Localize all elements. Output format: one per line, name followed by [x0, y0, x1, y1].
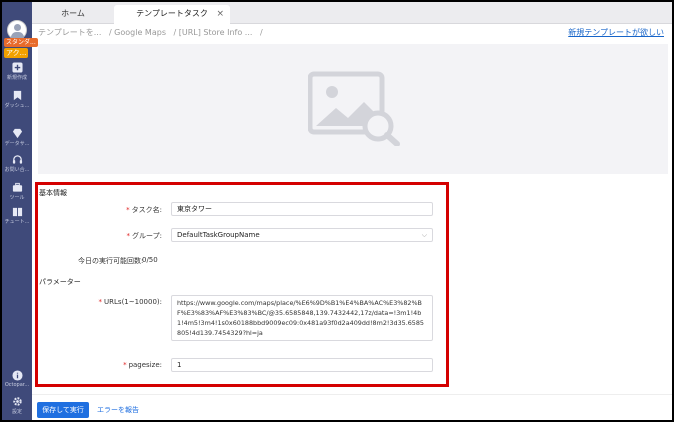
- required-mark: *: [126, 206, 130, 214]
- bookmark-icon: [13, 90, 21, 101]
- info-icon: [11, 370, 23, 381]
- toolbox-icon: [12, 182, 22, 192]
- sidebar-item-label: お問い合...: [4, 167, 30, 173]
- urls-label: * URLs(1~10000):: [99, 298, 162, 306]
- gear-icon: [12, 397, 22, 406]
- breadcrumb-item[interactable]: テンプレートを...: [38, 28, 101, 37]
- report-error-link[interactable]: エラーを報告: [97, 405, 139, 415]
- sidebar-item-contact[interactable]: お問い合...: [2, 154, 32, 173]
- sidebar-item-tools[interactable]: ツール: [2, 182, 32, 201]
- task-form: 基本情報 * タスク名: 東京タワー * グループ: DefaultTaskGrou…: [35, 182, 449, 387]
- sidebar-item-label: データサ...: [4, 141, 30, 147]
- breadcrumb: テンプレートを... / Google Maps / [URL] Store I…: [38, 27, 268, 38]
- sidebar-item-label: Octopar...: [4, 382, 30, 388]
- urls-label-text: URLs(1~10000):: [104, 298, 162, 306]
- image-placeholder-icon: [308, 71, 400, 146]
- breadcrumb-item[interactable]: / Google Maps: [109, 28, 166, 37]
- sidebar-item-new[interactable]: 新規作成: [2, 62, 32, 81]
- group-label: * グループ:: [127, 231, 162, 241]
- diamond-icon: [12, 128, 22, 139]
- breadcrumb-separator: /: [259, 28, 263, 37]
- save-and-run-button[interactable]: 保存して実行: [37, 402, 89, 418]
- pagesize-label-text: pagesize:: [128, 361, 162, 369]
- runs-today-value: 0/50: [142, 256, 158, 264]
- tab-label: テンプレートタスク: [136, 9, 208, 18]
- tab-template-task[interactable]: テンプレートタスク ×: [114, 5, 230, 24]
- task-name-label-text: タスク名:: [131, 206, 162, 214]
- template-preview-image: [38, 44, 668, 174]
- sidebar-item-label: チュート...: [4, 219, 30, 225]
- avatar[interactable]: [7, 20, 27, 40]
- task-name-input[interactable]: 東京タワー: [171, 202, 433, 216]
- sidebar-item-settings[interactable]: 設定: [2, 396, 32, 415]
- required-mark: *: [98, 298, 103, 306]
- task-name-label: * タスク名:: [126, 205, 162, 215]
- pagesize-input[interactable]: 1: [171, 358, 433, 372]
- chevron-down-icon: ⌵: [421, 231, 427, 239]
- group-select[interactable]: DefaultTaskGroupName ⌵: [171, 228, 433, 242]
- required-mark: *: [123, 361, 127, 369]
- app-window: スタンダ... アク... 新規作成 ダッシュ... データサ... お問い合.…: [0, 0, 674, 422]
- group-label-text: グループ:: [132, 232, 162, 240]
- group-select-value: DefaultTaskGroupName: [177, 231, 260, 239]
- urls-textarea[interactable]: https://www.google.com/maps/place/%E6%9D…: [171, 295, 433, 341]
- book-icon: [12, 207, 22, 217]
- tab-home[interactable]: ホーム: [32, 5, 114, 24]
- runs-today-label: 今日の実行可能回数:: [78, 257, 144, 265]
- tab-bar: ホーム テンプレートタスク ×: [32, 2, 672, 24]
- sidebar-item-label: 設定: [11, 409, 22, 415]
- sidebar: スタンダ... アク... 新規作成 ダッシュ... データサ... お問い合.…: [2, 2, 38, 420]
- section-parameters: パラメーター: [39, 278, 81, 286]
- account-badge[interactable]: アク...: [4, 48, 29, 58]
- headset-icon: [12, 155, 22, 164]
- plan-badge: スタンダ...: [4, 38, 38, 47]
- close-icon[interactable]: ×: [216, 5, 224, 23]
- required-mark: *: [126, 232, 131, 240]
- sidebar-item-tutorial[interactable]: チュート...: [2, 206, 32, 225]
- sidebar-item-about[interactable]: Octopar...: [2, 370, 32, 388]
- sidebar-item-data-service[interactable]: データサ...: [2, 128, 32, 147]
- new-template-link[interactable]: 新規テンプレートが欲しい: [568, 27, 664, 38]
- sidebar-item-label: ツール: [9, 195, 25, 201]
- plus-square-icon: [11, 62, 23, 73]
- sidebar-item-dashboard[interactable]: ダッシュ...: [2, 90, 32, 109]
- sidebar-item-label: ダッシュ...: [4, 103, 30, 109]
- pagesize-label: * pagesize:: [123, 361, 162, 369]
- breadcrumb-item: / [URL] Store Info ...: [173, 28, 253, 37]
- sidebar-item-label: 新規作成: [6, 75, 27, 81]
- footer-actions: 保存して実行 エラーを報告: [32, 394, 672, 420]
- section-basic-info: 基本情報: [39, 189, 67, 197]
